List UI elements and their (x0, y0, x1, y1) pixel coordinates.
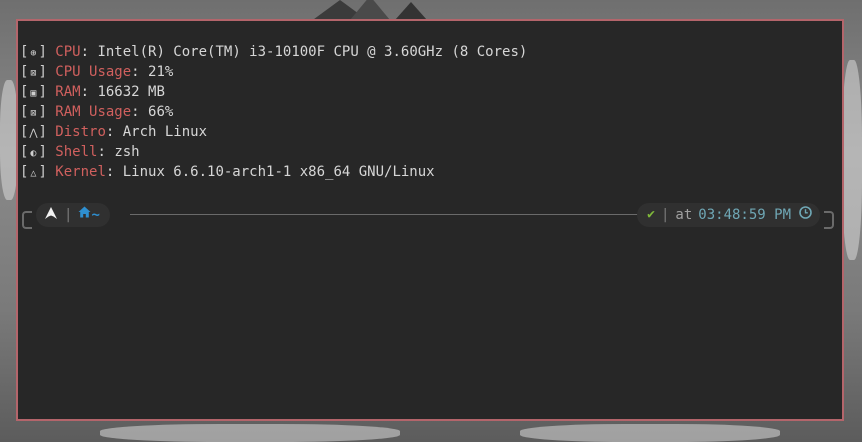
info-key: Kernel (55, 164, 106, 180)
prompt-separator: | (660, 207, 670, 223)
prompt-frame-right (824, 211, 834, 229)
system-info-block: [⊕] CPU: Intel(R) Core(TM) i3-10100F CPU… (20, 42, 527, 182)
info-key: Distro (55, 124, 106, 140)
info-value: Arch Linux (122, 124, 208, 140)
info-key: RAM Usage (55, 104, 132, 120)
info-line-shell: [◐] Shell: zsh (20, 142, 527, 162)
prompt-time: 03:48:59 PM (698, 207, 791, 223)
info-value: 66% (148, 104, 174, 120)
info-line-cpu: [⊕] CPU: Intel(R) Core(TM) i3-10100F CPU… (20, 42, 527, 62)
kernel-icon: △ (30, 168, 37, 179)
info-value: 21% (148, 64, 174, 80)
snow-patch (520, 424, 780, 442)
current-directory: ~ (91, 207, 100, 223)
info-line-ram: [▣] RAM: 16632 MB (20, 82, 527, 102)
info-value: Intel(R) Core(TM) i3-10100F CPU @ 3.60GH… (97, 44, 528, 60)
arch-linux-icon (44, 205, 58, 225)
info-key: CPU Usage (55, 64, 132, 80)
info-key: CPU (55, 44, 81, 60)
ram-icon: ▣ (30, 88, 37, 99)
info-value: Linux 6.6.10-arch1-1 x86_64 GNU/Linux (122, 164, 435, 180)
snow-patch (100, 424, 400, 442)
ram-usage-icon: ⊠ (30, 108, 37, 119)
distro-icon: ⋀ (29, 128, 38, 139)
prompt-left-segment: | ~ (36, 203, 110, 227)
checkmark-icon: ✔ (647, 207, 655, 222)
home-icon (78, 205, 91, 225)
shell-icon: ◐ (30, 148, 37, 159)
cpu-icon: ⊕ (30, 48, 37, 59)
info-line-cpu-usage: [⊠] CPU Usage: 21% (20, 62, 527, 82)
at-label: at (675, 207, 693, 223)
info-line-ram-usage: [⊠] RAM Usage: 66% (20, 102, 527, 122)
clock-icon (799, 205, 812, 225)
prompt-separator: | (64, 207, 73, 223)
prompt-frame-left (22, 211, 32, 229)
info-line-kernel: [△] Kernel: Linux 6.6.10-arch1-1 x86_64 … (20, 162, 527, 182)
shell-prompt[interactable]: | ~ ✔ | at 03:48:59 PM (22, 203, 834, 231)
info-key: Shell (55, 144, 98, 160)
terminal-window[interactable]: [⊕] CPU: Intel(R) Core(TM) i3-10100F CPU… (16, 19, 844, 421)
prompt-filler-line (130, 214, 638, 215)
info-line-distro: [⋀] Distro: Arch Linux (20, 122, 527, 142)
info-value: zsh (114, 144, 140, 160)
info-value: 16632 MB (97, 84, 165, 100)
mountain-peak (395, 2, 427, 20)
cpu-usage-icon: ⊠ (30, 68, 37, 79)
prompt-right-segment: ✔ | at 03:48:59 PM (637, 203, 820, 227)
info-key: RAM (55, 84, 81, 100)
mountain-peak (350, 0, 390, 20)
snow-patch (842, 60, 862, 260)
